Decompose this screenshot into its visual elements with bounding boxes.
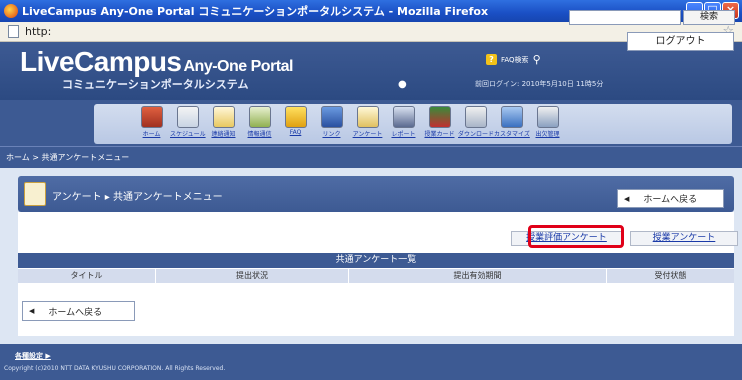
nav-item-faq[interactable]: FAQ	[278, 106, 313, 138]
home-icon	[140, 106, 163, 128]
faq-search-input[interactable]	[569, 10, 681, 25]
info-icon	[248, 106, 271, 128]
nav-item-report[interactable]: レポート	[386, 106, 421, 138]
customize-icon	[500, 106, 523, 128]
page-title: アンケート ▸ 共通アンケートメニュー	[52, 192, 223, 203]
breadcrumb-strip: ホーム > 共通アンケートメニュー	[0, 146, 742, 168]
nav-menu: ホーム スケジュール 連絡通知 情報通信 FAQ リンク アンケート レポート …	[134, 106, 566, 138]
nav-item-notice[interactable]: 連絡通知	[206, 106, 241, 138]
survey-icon	[24, 182, 46, 206]
arrow-left-icon: ◀	[29, 307, 35, 315]
nav-label[interactable]: ダウンロード	[458, 129, 494, 138]
column-header-period: 提出有効期間	[349, 269, 607, 283]
download-icon	[464, 106, 487, 128]
nav-label[interactable]: カスタマイズ	[494, 129, 530, 138]
nav-item-customize[interactable]: カスタマイズ	[494, 106, 530, 138]
last-login-text: 前回ログイン: 2010年5月10日 11時5分	[475, 80, 604, 88]
nav-item-info[interactable]: 情報通信	[242, 106, 277, 138]
schedule-icon	[176, 106, 199, 128]
settings-button[interactable]: 各種設定 ▶	[15, 351, 51, 361]
nav-panel: ホーム スケジュール 連絡通知 情報通信 FAQ リンク アンケート レポート …	[94, 104, 732, 144]
column-header-status: 提出状況	[156, 269, 349, 283]
back-home-label: ホームへ戻る	[643, 195, 698, 205]
nav-label[interactable]: スケジュール	[170, 129, 206, 138]
attendance-icon	[536, 106, 559, 128]
faq-icon	[284, 106, 307, 128]
search-icon: ⚲	[532, 53, 541, 66]
column-header-title: タイトル	[18, 269, 156, 283]
back-home-button[interactable]: ◀ ホームへ戻る	[617, 189, 724, 208]
nav-label[interactable]: 連絡通知	[206, 129, 241, 138]
window-title: LiveCampus Any-One Portal コミュニケーションポータルシ…	[22, 5, 489, 18]
nav-label[interactable]: 情報通信	[242, 129, 277, 138]
firefox-icon	[4, 4, 18, 18]
nav-item-link[interactable]: リンク	[314, 106, 349, 138]
nav-band: ホーム スケジュール 連絡通知 情報通信 FAQ リンク アンケート レポート …	[0, 100, 742, 146]
breadcrumb[interactable]: ホーム > 共通アンケートメニュー	[6, 152, 129, 163]
logout-button[interactable]: ログアウト	[627, 32, 734, 51]
back-home-button-bottom[interactable]: ◀ ホームへ戻る	[22, 301, 135, 321]
highlight-box	[528, 225, 624, 248]
nav-item-home[interactable]: ホーム	[134, 106, 169, 138]
table-title: 共通アンケート一覧	[18, 253, 734, 268]
nav-label[interactable]: 出欠管理	[530, 129, 565, 138]
nav-label[interactable]: レポート	[386, 129, 421, 138]
nav-label[interactable]: リンク	[314, 129, 349, 138]
tab-class-survey[interactable]: 授業アンケート	[630, 231, 738, 246]
column-header-acceptance: 受付状態	[654, 271, 687, 280]
nav-label[interactable]: 授業カード	[422, 129, 457, 138]
logo-main-text: LiveCampus	[20, 46, 182, 77]
class-card-icon	[428, 106, 451, 128]
arrow-left-icon: ◀	[624, 194, 630, 203]
faq-search-text: FAQ検索	[501, 55, 529, 64]
nav-item-download[interactable]: ダウンロード	[458, 106, 494, 138]
footer: 各種設定 ▶ Copyright (c)2010 NTT DATA KYUSHU…	[0, 344, 742, 380]
nav-item-survey[interactable]: アンケート	[350, 106, 385, 138]
page-icon	[8, 25, 19, 38]
nav-item-class-card[interactable]: 授業カード	[422, 106, 457, 138]
report-icon	[392, 106, 415, 128]
copyright-text: Copyright (c)2010 NTT DATA KYUSHU CORPOR…	[4, 365, 226, 372]
nav-label[interactable]: アンケート	[350, 129, 385, 138]
user-icon: ●	[398, 79, 407, 90]
nav-label[interactable]: ホーム	[134, 129, 169, 138]
back-home-label: ホームへ戻る	[48, 307, 103, 318]
nav-item-schedule[interactable]: スケジュール	[170, 106, 206, 138]
help-icon: ?	[486, 54, 497, 65]
logo-subtitle: コミュニケーションポータルシステム	[62, 78, 249, 91]
logo-sub-text: Any-One Portal	[183, 58, 294, 75]
url-text[interactable]: http:	[25, 25, 51, 38]
search-button[interactable]: 検索	[683, 10, 735, 25]
faq-search-label: ? FAQ検索 ⚲	[486, 53, 541, 66]
nav-label[interactable]: FAQ	[278, 129, 313, 136]
logo[interactable]: LiveCampus Any-One Portal	[20, 46, 293, 78]
table-header-row: タイトル 提出状況 提出有効期間 受付状態	[18, 269, 734, 283]
nav-item-attendance[interactable]: 出欠管理	[530, 106, 565, 138]
link-icon	[320, 106, 343, 128]
notice-icon	[212, 106, 235, 128]
survey-icon	[356, 106, 379, 128]
